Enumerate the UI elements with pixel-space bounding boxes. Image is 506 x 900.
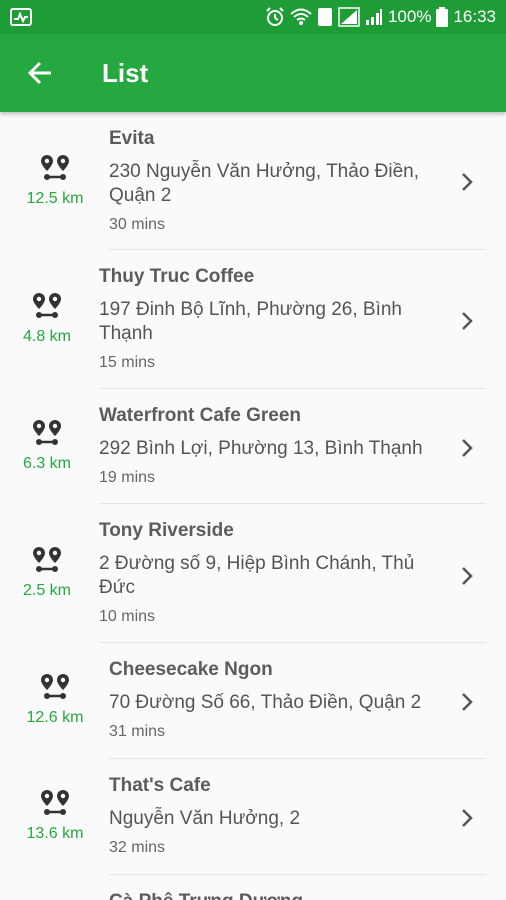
place-name: Tony Riverside	[99, 520, 234, 541]
distance: 6.3 km	[22, 455, 71, 472]
place-name: That's Cafe	[109, 775, 211, 796]
place-address: 70 Đường Số 66, Thảo Điền, Quận 2	[109, 692, 422, 713]
chevron-right-icon	[462, 567, 473, 585]
route-pins-icon	[41, 790, 69, 815]
signal-bars-icon	[365, 8, 383, 26]
list-item[interactable]: 4.8 km Thuy Truc Coffee 197 Đinh Bộ Lĩnh…	[0, 250, 506, 389]
sim-card-icon	[317, 7, 333, 27]
battery-icon	[436, 7, 449, 27]
route-pins-icon	[33, 547, 61, 572]
route-pins-icon	[33, 293, 61, 318]
route-pins-icon	[41, 674, 69, 699]
travel-time: 30 mins	[109, 216, 166, 233]
route-pins-icon	[41, 155, 69, 180]
clock: 16:33	[453, 7, 496, 26]
battery-percentage: 100%	[387, 7, 432, 26]
list-item[interactable]: 12.5 km Evita 230 Nguyễn Văn Hưởng, Thảo…	[0, 112, 506, 250]
distance: 13.6 km	[26, 825, 84, 842]
page-title: List	[102, 57, 149, 88]
chevron-right-icon	[462, 439, 473, 457]
status-bar: 100% 16:33	[0, 0, 506, 34]
chevron-right-icon	[462, 173, 473, 191]
place-name: Evita	[109, 128, 155, 149]
travel-time: 15 mins	[99, 354, 156, 371]
back-button[interactable]	[0, 34, 80, 112]
chevron-right-icon	[462, 312, 473, 330]
place-name: Waterfront Cafe Green	[99, 405, 301, 426]
list-item[interactable]: 2.5 km Tony Riverside 2 Đường số 9, Hiệp…	[0, 504, 506, 643]
distance: 2.5 km	[22, 582, 71, 599]
route-pins-icon	[33, 420, 61, 445]
place-list: 12.5 km Evita 230 Nguyễn Văn Hưởng, Thảo…	[0, 112, 506, 900]
place-name: Cheesecake Ngon	[109, 659, 273, 680]
place-address: 2 Đường số 9, Hiệp Bình Chánh, Thủ Đức	[99, 553, 415, 598]
chevron-right-icon	[462, 693, 473, 711]
travel-time: 31 mins	[109, 723, 166, 740]
place-address: 230 Nguyễn Văn Hưởng, Thảo Điền, Quận 2	[109, 161, 420, 206]
list-item[interactable]: Cà Phê Trưng Dương	[0, 875, 506, 900]
list-item[interactable]: 6.3 km Waterfront Cafe Green 292 Bình Lợ…	[0, 389, 506, 504]
list-item[interactable]: 13.6 km That's Cafe Nguyễn Văn Hưởng, 2 …	[0, 759, 506, 875]
place-name: Cà Phê Trưng Dương	[109, 891, 446, 900]
place-address: 292 Bình Lợi, Phường 13, Bình Thạnh	[99, 438, 423, 459]
app-bar: List	[0, 34, 506, 112]
travel-time: 10 mins	[99, 608, 156, 625]
place-address: 197 Đinh Bộ Lĩnh, Phường 26, Bình Thạnh	[99, 299, 402, 344]
list-item[interactable]: 12.6 km Cheesecake Ngon 70 Đường Số 66, …	[0, 643, 506, 759]
place-name: Thuy Truc Coffee	[99, 266, 255, 287]
travel-time: 19 mins	[99, 469, 156, 486]
arrow-left-icon	[27, 61, 51, 85]
alarm-icon	[265, 7, 285, 27]
place-address: Nguyễn Văn Hưởng, 2	[109, 808, 301, 829]
signal-icon	[338, 7, 360, 27]
distance: 12.5 km	[26, 190, 84, 207]
chevron-right-icon	[462, 809, 473, 827]
travel-time: 32 mins	[109, 839, 166, 856]
distance: 12.6 km	[26, 709, 84, 726]
activity-notification-icon	[10, 8, 32, 26]
wifi-icon	[290, 8, 312, 26]
distance: 4.8 km	[22, 328, 71, 345]
